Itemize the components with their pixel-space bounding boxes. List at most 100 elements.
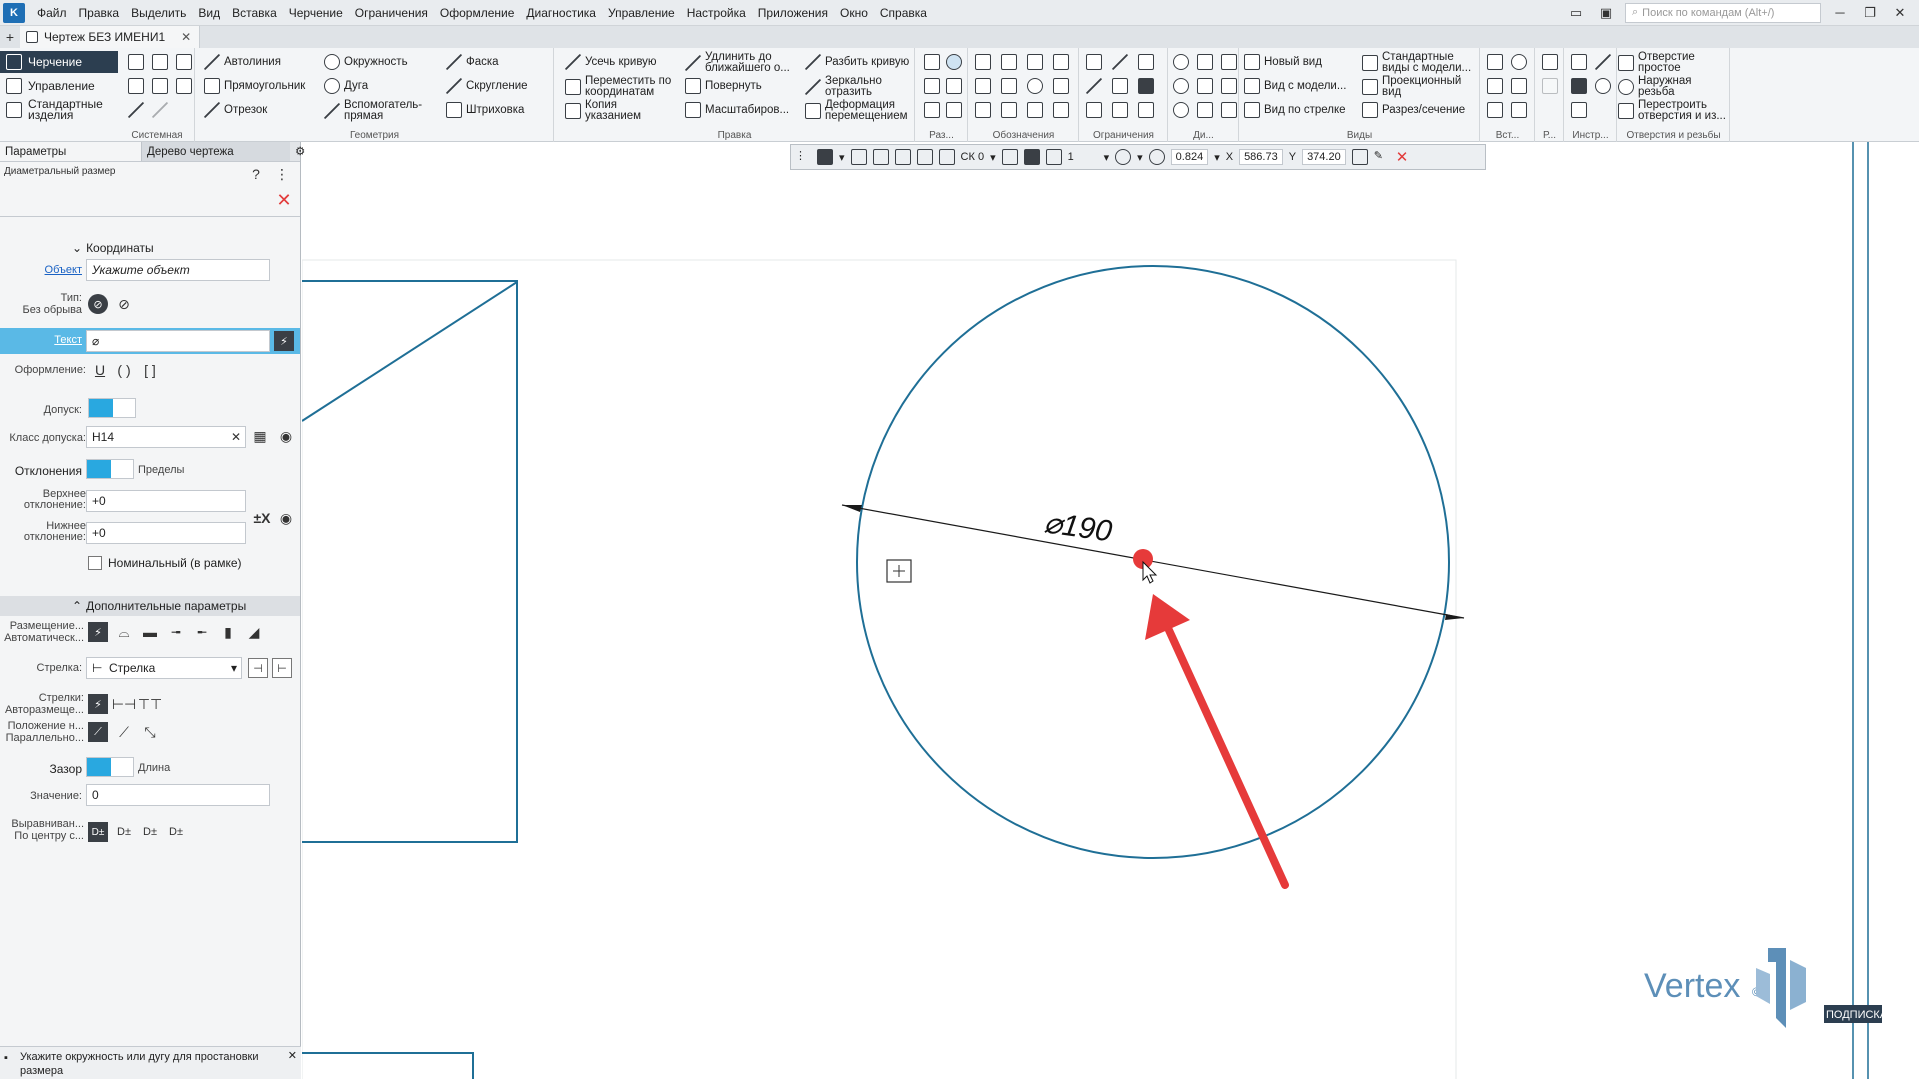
arrows-inside-icon[interactable]: ⊢⊣ [112,694,136,714]
move-coords-button[interactable]: Переместить по координатам [565,75,675,98]
menu-apps[interactable]: Приложения [752,0,834,26]
menu-settings[interactable]: Настройка [681,0,752,26]
linear-dim-icon[interactable] [924,54,940,70]
menu-insert[interactable]: Вставка [226,0,283,26]
close-icon[interactable]: ✕ [1889,4,1911,22]
tolerance-icon[interactable] [1053,54,1069,70]
insert-a-icon[interactable] [1487,54,1503,70]
break-type-icon[interactable]: ⊘ [114,294,134,314]
underline-option[interactable]: U [90,360,110,380]
standard-views-button[interactable]: Стандартные виды с модели... [1362,51,1478,74]
tree-icon[interactable]: ⋮ [272,164,292,184]
undo-icon[interactable] [128,102,144,118]
save-icon[interactable] [176,54,192,70]
text-label[interactable]: Текст [6,334,82,346]
trim-curve-button[interactable]: Усечь кривую [565,54,657,70]
rectangle-button[interactable]: Прямоугольник [204,78,305,94]
angle-constraint-icon[interactable] [1112,78,1128,94]
tangent-icon[interactable] [1138,102,1154,118]
insert-f-icon[interactable] [1511,102,1527,118]
diag-h-icon[interactable] [1197,102,1213,118]
equal-icon[interactable] [1112,102,1128,118]
menu-diagnostics[interactable]: Диагностика [520,0,602,26]
circle-button[interactable]: Окружность [324,54,408,70]
diag-g-icon[interactable] [1173,102,1189,118]
new-view-button[interactable]: Новый вид [1244,54,1322,70]
open-icon[interactable] [152,54,168,70]
tab-parameters[interactable]: Параметры [0,142,142,161]
view-mark-icon[interactable] [1053,78,1069,94]
placement-e-icon[interactable]: ▮ [218,622,238,642]
rotate-button[interactable]: Повернуть [685,78,762,94]
fixed-point-icon[interactable] [1138,78,1154,94]
diag-c-icon[interactable] [1221,54,1237,70]
align-center-option[interactable]: D± [88,822,108,842]
rebuild-holes-button[interactable]: Перестроить отверстия и из... [1618,99,1728,122]
insert-e-icon[interactable] [1487,102,1503,118]
section-extra-params[interactable]: ⌃ Дополнительные параметры [0,596,300,616]
arrows-outside-icon[interactable]: ⊤⊤ [138,694,162,714]
eye-icon[interactable]: ◉ [276,508,296,528]
external-thread-button[interactable]: Наружная резьба [1618,75,1728,98]
diameter-dim-icon[interactable] [946,54,962,70]
upper-dev-field[interactable]: +0 [86,490,246,512]
section-button[interactable]: Разрез/сечение [1362,102,1465,118]
tab-drawing[interactable]: Чертеж БЕЗ ИМЕНИ1 ✕ [20,26,201,48]
app-logo-icon[interactable]: K [3,2,25,23]
brackets-option[interactable]: [ ] [140,360,160,380]
text-b-icon[interactable] [1001,78,1017,94]
gear-icon[interactable]: ⚙ [290,142,305,161]
close-hint-icon[interactable]: ✕ [288,1049,297,1063]
mode-drawing[interactable]: Черчение [0,51,118,73]
diag-f-icon[interactable] [1221,78,1237,94]
parallel-icon[interactable] [1112,54,1128,70]
deviations-toggle[interactable] [86,459,134,479]
nominal-checkbox[interactable] [88,556,102,570]
hatch-button[interactable]: Штриховка [446,102,524,118]
print-icon[interactable] [128,78,144,94]
close-tab-icon[interactable]: ✕ [181,30,191,44]
arc-dim-icon[interactable] [946,102,962,118]
placement-d-icon[interactable]: ╾ [192,622,212,642]
value-field[interactable]: 0 [86,784,270,806]
model-view-button[interactable]: Вид с модели... [1244,78,1346,94]
arrow-in-icon[interactable]: ⊣ [248,658,268,678]
restore-icon[interactable]: ❐ [1859,4,1881,22]
fillet-button[interactable]: Скругление [446,78,528,94]
menu-select[interactable]: Выделить [125,0,192,26]
axis-icon[interactable] [1053,102,1069,118]
instr-d-icon[interactable] [1595,78,1611,94]
special-chars-icon[interactable]: ±X [252,508,272,528]
scale-button[interactable]: Масштабиров... [685,102,789,118]
panels-icon[interactable]: ▣ [1595,4,1617,22]
drawing-canvas[interactable]: ⌀190 [302,142,1919,1079]
align-bottom-option[interactable]: D± [166,822,186,842]
chamfer-button[interactable]: Фаска [446,54,499,70]
diagonal-line[interactable] [302,281,518,422]
object-field[interactable]: Укажите объект [86,259,270,281]
text-a-icon[interactable] [975,78,991,94]
simple-hole-button[interactable]: Отверстие простое [1618,51,1728,74]
segment-button[interactable]: Отрезок [204,102,267,118]
diag-b-icon[interactable] [1197,54,1213,70]
copy-button[interactable]: Копия указанием [565,99,675,122]
insert-image-icon[interactable] [1487,78,1503,94]
perpendicular-icon[interactable] [1138,54,1154,70]
text-above-icon[interactable]: ⟋ [114,722,134,742]
instr-c-icon[interactable] [1571,78,1587,94]
help-icon[interactable]: ? [246,164,266,184]
text-shelf-icon[interactable]: ⤡ [140,722,160,742]
new-tab-icon[interactable]: + [0,26,20,48]
text-t-icon[interactable] [975,102,991,118]
menu-file[interactable]: Файл [31,0,73,26]
angle-dim-icon[interactable] [924,78,940,94]
arrow-out-icon[interactable]: ⊢ [272,658,292,678]
horizontal-icon[interactable] [1086,102,1102,118]
text-field[interactable]: ⌀ [86,330,270,352]
radial-dim-icon[interactable] [946,78,962,94]
menu-constraints[interactable]: Ограничения [349,0,434,26]
menu-help[interactable]: Справка [874,0,933,26]
no-break-type-icon[interactable]: ⊘ [88,294,108,314]
arc-button[interactable]: Дуга [324,78,368,94]
deform-button[interactable]: Деформация перемещением [805,99,913,122]
